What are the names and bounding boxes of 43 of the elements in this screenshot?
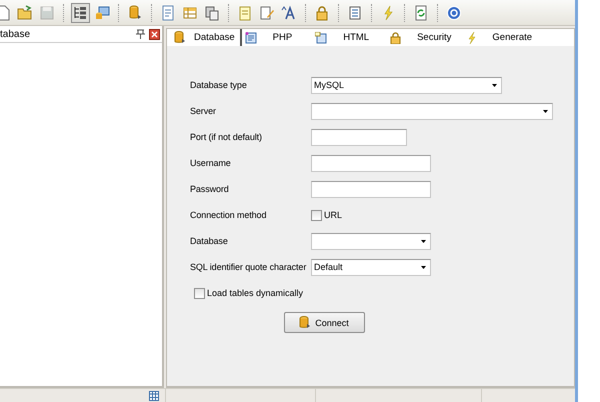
field-label: SQL identifier quote character — [190, 262, 308, 272]
field-label: Database — [190, 236, 229, 246]
folder-icon — [17, 4, 33, 20]
lightning-icon — [466, 32, 476, 44]
note-icon — [237, 4, 253, 20]
pin-icon[interactable] — [136, 29, 145, 39]
window-icon — [94, 4, 110, 20]
table-icon — [182, 4, 198, 20]
database-icon — [174, 31, 186, 44]
refresh-icon — [413, 4, 429, 20]
list-icon — [347, 4, 363, 20]
input-field[interactable] — [311, 154, 431, 172]
dropdown[interactable]: Default — [311, 258, 431, 276]
lock-icon — [390, 32, 402, 44]
panel-title: tabase — [0, 28, 30, 40]
tree-view-icon — [72, 4, 88, 20]
close-icon[interactable] — [149, 28, 160, 40]
field-label: Username — [190, 158, 232, 168]
field-label: Connection method — [190, 210, 268, 220]
document-icon — [160, 4, 176, 20]
document-icon — [244, 32, 257, 44]
copy-icon — [204, 4, 220, 20]
toolbar-button[interactable] — [70, 2, 90, 22]
lock-icon — [314, 4, 330, 20]
dropdown[interactable] — [311, 102, 553, 120]
font-icon — [281, 4, 297, 20]
field-label: Database type — [190, 80, 248, 90]
password-field[interactable] — [311, 180, 431, 198]
table-icon — [149, 390, 159, 400]
dropdown[interactable] — [311, 232, 431, 250]
url-checkbox[interactable]: URL — [311, 210, 342, 220]
dropdown[interactable]: MySQL — [311, 76, 502, 94]
field-label: Port (if not default) — [190, 132, 263, 142]
connect-button[interactable]: Connect — [284, 312, 364, 333]
load-tables-checkbox[interactable]: Load tables dynamically — [194, 288, 304, 298]
input-field[interactable] — [311, 128, 407, 146]
edit-icon — [259, 4, 275, 20]
database-icon — [299, 316, 312, 329]
field-label: Server — [190, 106, 217, 116]
field-label: Password — [190, 184, 230, 194]
help-icon — [446, 4, 462, 20]
document-icon — [315, 32, 328, 44]
database-icon — [127, 4, 143, 20]
